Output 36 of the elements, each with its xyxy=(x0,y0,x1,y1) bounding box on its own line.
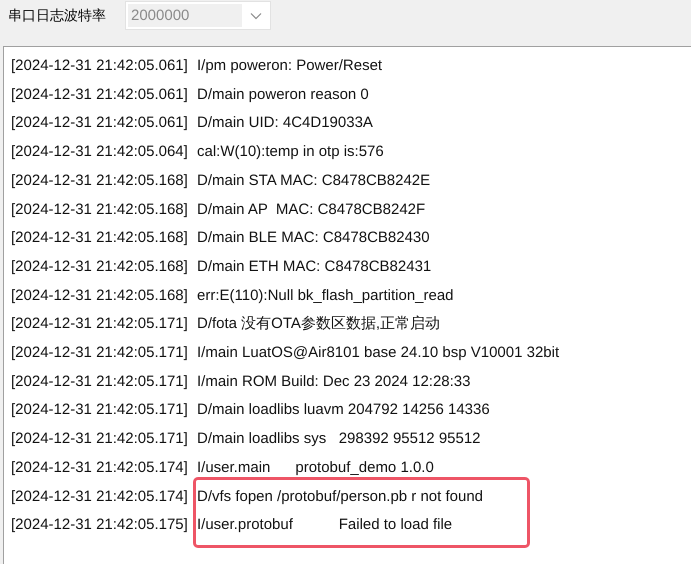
log-message: I/main ROM Build: Dec 23 2024 12:28:33 xyxy=(197,372,470,392)
log-message: I/main LuatOS@Air8101 base 24.10 bsp V10001 32bit xyxy=(197,343,560,363)
log-timestamp: [2024-12-31 21:42:05.174] xyxy=(11,486,189,506)
baud-rate-label: 串口日志波特率 xyxy=(8,7,107,25)
log-timestamp: [2024-12-31 21:42:05.064] xyxy=(11,142,189,162)
log-message: D/main poweron reason 0 xyxy=(197,84,369,105)
log-message: D/main loadlibs sys 298392 95512 95512 xyxy=(197,429,481,450)
log-timestamp: [2024-12-31 21:42:05.171] xyxy=(11,372,189,392)
log-timestamp: [2024-12-31 21:42:05.171] xyxy=(11,429,189,450)
log-timestamp: [2024-12-31 21:42:05.061] xyxy=(11,84,189,105)
log-timestamp: [2024-12-31 21:42:05.168] xyxy=(11,170,189,191)
log-timestamp: [2024-12-31 21:42:05.168] xyxy=(11,228,189,248)
log-message: D/vfs fopen /protobuf/person.pb r not found xyxy=(197,486,484,506)
log-message: cal:W(10):temp in otp is:576 xyxy=(197,142,384,162)
log-message: D/main BLE MAC: C8478CB82430 xyxy=(197,228,430,248)
log-message: D/main AP MAC: C8478CB8242F xyxy=(197,200,426,220)
log-message: I/user.protobuf Failed to load file xyxy=(197,515,452,536)
log-timestamp: [2024-12-31 21:42:05.168] xyxy=(11,256,189,277)
log-message: D/main STA MAC: C8478CB8242E xyxy=(197,170,430,191)
log-timestamp: [2024-12-31 21:42:05.175] xyxy=(11,515,189,536)
log-timestamp: [2024-12-31 21:42:05.171] xyxy=(11,400,189,420)
log-timestamp: [2024-12-31 21:42:05.168] xyxy=(11,200,189,220)
log-message: D/main loadlibs luavm 204792 14256 14336 xyxy=(197,400,490,420)
log-timestamp: [2024-12-31 21:42:05.061] xyxy=(11,113,189,134)
log-message: I/user.main protobuf_demo 1.0.0 xyxy=(197,458,434,478)
log-message: I/pm poweron: Power/Reset xyxy=(197,56,382,76)
log-message: D/fota 没有OTA参数区数据,正常启动 xyxy=(197,314,440,334)
log-timestamp: [2024-12-31 21:42:05.174] xyxy=(11,458,189,478)
chevron-down-icon xyxy=(250,12,262,20)
log-timestamp: [2024-12-31 21:42:05.168] xyxy=(11,286,189,306)
log-message: D/main UID: 4C4D19033A xyxy=(197,113,373,134)
log-message: D/main ETH MAC: C8478CB82431 xyxy=(197,256,432,277)
log-timestamp: [2024-12-31 21:42:05.171] xyxy=(11,314,189,334)
log-timestamp: [2024-12-31 21:42:05.171] xyxy=(11,343,189,363)
log-message: err:E(110):Null bk_flash_partition_read xyxy=(197,286,454,306)
log-timestamp: [2024-12-31 21:42:05.061] xyxy=(11,56,189,76)
